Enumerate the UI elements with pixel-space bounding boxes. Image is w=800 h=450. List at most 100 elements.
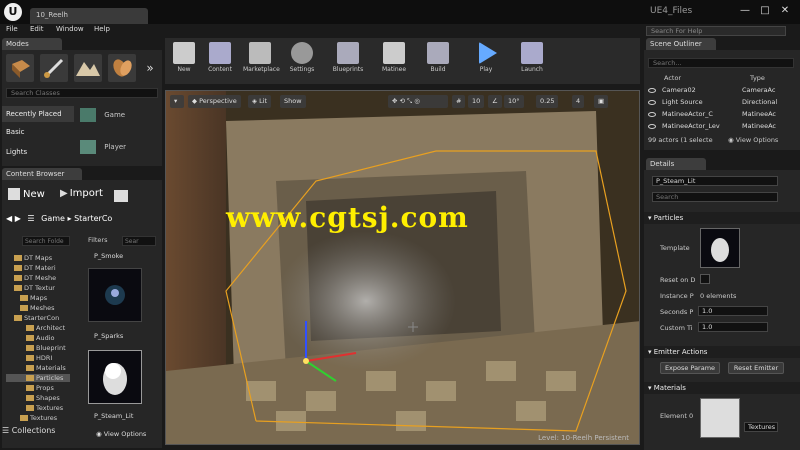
help-search-input[interactable]: Search For Help [646,26,786,36]
grid-snap-value[interactable]: 10 [468,95,485,108]
tree-item[interactable]: DT Maps [14,254,52,262]
menu-file[interactable]: File [6,25,18,33]
new-level-button[interactable]: New [167,40,201,82]
outliner-row[interactable]: MatineeActor_C MatineeAc [648,110,798,120]
tree-item[interactable]: Textures [20,414,57,422]
forward-arrow-icon[interactable]: ▶ [15,214,21,223]
content-button[interactable]: Content [203,40,237,82]
matinee-button[interactable]: Matinee [377,40,411,82]
tree-item[interactable]: Architect [26,324,65,332]
paint-mode-icon[interactable] [40,54,68,82]
outliner-search-input[interactable]: Search... [648,58,794,68]
tree-item[interactable]: Props [26,384,54,392]
expose-parameter-button[interactable]: Expose Parame [660,362,720,374]
menu-edit[interactable]: Edit [30,25,44,33]
reset-checkbox[interactable] [700,274,710,284]
asset-search-input[interactable]: Sear [122,236,156,246]
template-thumbnail[interactable] [700,228,740,268]
level-tab[interactable]: 10_Reelh [30,8,148,24]
player-asset-item[interactable]: Player [80,140,154,160]
tree-item[interactable]: Textures [26,404,63,412]
import-button[interactable]: ▶ Import [60,188,103,204]
rotation-snap-icon[interactable]: ∠ [488,95,502,108]
tree-item[interactable]: Blueprint [26,344,66,352]
build-button[interactable]: Build [421,40,455,82]
maximize-button[interactable]: □ [758,4,772,18]
col-actor-header[interactable]: Actor [664,74,681,82]
scene-outliner-tab[interactable]: Scene Outliner [646,38,716,50]
camera-speed-value[interactable]: 4 [572,95,585,108]
textures-dropdown[interactable]: Textures [744,422,778,432]
play-button[interactable]: Play [469,40,503,82]
seconds-field[interactable]: 1.0 [698,306,768,316]
reset-emitter-button[interactable]: Reset Emitter [728,362,784,374]
game-asset-item[interactable]: Game [80,108,154,128]
tree-item[interactable]: DT Textur [14,284,55,292]
category-basic[interactable]: Basic [2,124,74,140]
selected-actor-name[interactable]: P_Steam_Lit [652,176,778,186]
collections-button[interactable]: ☰ Collections [2,426,55,435]
perspective-button[interactable]: ◆ Perspective [188,95,241,108]
asset-thumbnail-steam[interactable] [88,350,142,404]
outliner-row[interactable]: Light Source Directional [648,98,798,108]
outliner-view-options[interactable]: ◉ View Options [728,136,778,144]
tree-item-selected[interactable]: Particles [6,374,70,382]
viewport-toolbar: ▾ ◆ Perspective ◈ Lit Show ✥ ⟲ ⤡ ◎ # 10 … [170,95,636,109]
settings-button[interactable]: Settings [285,40,319,82]
menu-help[interactable]: Help [94,25,110,33]
category-recently-placed[interactable]: Recently Placed [2,106,74,122]
outliner-row[interactable]: MatineeActor_Lev MatineeAc [648,122,798,132]
back-arrow-icon[interactable]: ◀ [6,214,12,223]
col-type-header[interactable]: Type [750,74,765,82]
path-child[interactable]: StarterCo [74,214,112,223]
emitter-actions-header[interactable]: ▾ Emitter Actions [644,346,800,358]
landscape-mode-icon[interactable] [74,54,102,82]
filters-dropdown[interactable]: Filters [88,236,107,244]
tree-item[interactable]: HDRI [26,354,52,362]
search-classes-input[interactable]: Search Classes [6,88,158,98]
content-browser-tab[interactable]: Content Browser [2,168,82,180]
path-root[interactable]: Game [41,214,65,223]
tree-item[interactable]: Shapes [26,394,60,402]
tree-item[interactable]: Meshes [20,304,55,312]
tree-item[interactable]: Materials [26,364,66,372]
level-viewport[interactable]: ▾ ◆ Perspective ◈ Lit Show ✥ ⟲ ⤡ ◎ # 10 … [165,90,640,445]
material-thumbnail[interactable] [700,398,740,438]
marketplace-button[interactable]: Marketplace [243,40,280,82]
grid-snap-icon[interactable]: # [452,95,466,108]
category-lights[interactable]: Lights [2,144,74,160]
menu-window[interactable]: Window [56,25,84,33]
lit-button[interactable]: ◈ Lit [248,95,272,108]
outliner-row[interactable]: Camera02 CameraAc [648,86,798,96]
particles-section-header[interactable]: ▾ Particles [644,212,800,224]
scale-snap-value[interactable]: 0.25 [536,95,559,108]
cb-view-options-button[interactable]: ◉ View Options [96,430,146,438]
save-all-icon[interactable] [114,190,128,202]
new-button[interactable]: New [8,188,45,204]
minimize-button[interactable]: — [738,4,752,18]
viewport-options-icon[interactable]: ▾ [170,95,184,108]
custom-time-field[interactable]: 1.0 [698,322,768,332]
tree-item[interactable]: StarterCon [14,314,59,322]
tree-item[interactable]: Maps [20,294,47,302]
more-modes-icon[interactable]: » [142,54,158,82]
foliage-mode-icon[interactable] [108,54,136,82]
transform-tools[interactable]: ✥ ⟲ ⤡ ◎ [388,95,448,108]
tree-item[interactable]: Audio [26,334,54,342]
folder-tree-icon[interactable]: ☰ [27,214,34,223]
show-button[interactable]: Show [280,95,306,108]
modes-tab[interactable]: Modes [2,38,62,50]
tree-item[interactable]: DT Materi [14,264,56,272]
materials-section-header[interactable]: ▾ Materials [644,382,800,394]
rotation-snap-value[interactable]: 10° [504,95,524,108]
close-button[interactable]: ✕ [778,4,792,18]
place-mode-icon[interactable] [6,54,34,82]
blueprints-button[interactable]: Blueprints [331,40,365,82]
folder-search-input[interactable]: Search Folde [22,236,70,246]
launch-button[interactable]: Launch [515,40,549,82]
details-search-input[interactable]: Search [652,192,778,202]
maximize-viewport-icon[interactable]: ▣ [594,95,609,108]
details-tab[interactable]: Details [646,158,706,170]
asset-thumbnail-sparks[interactable] [88,268,142,322]
tree-item[interactable]: DT Meshe [14,274,56,282]
